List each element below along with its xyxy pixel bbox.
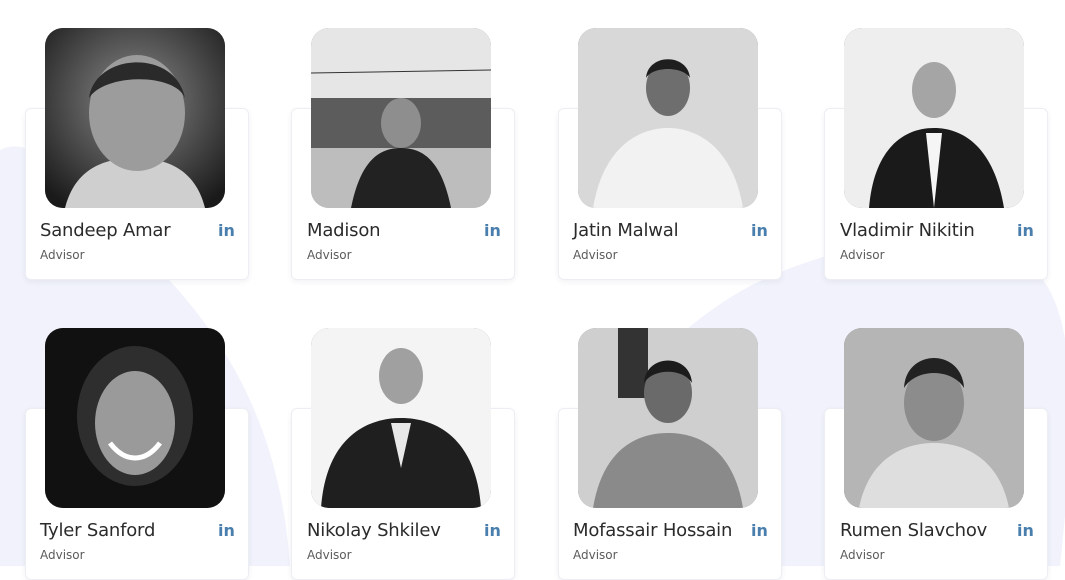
linkedin-icon[interactable]: in xyxy=(751,221,768,240)
member-role: Advisor xyxy=(40,248,85,262)
member-name: Jatin Malwal xyxy=(573,220,679,241)
team-photo xyxy=(311,328,491,508)
team-photo xyxy=(45,328,225,508)
linkedin-icon[interactable]: in xyxy=(751,521,768,540)
linkedin-icon[interactable]: in xyxy=(484,221,501,240)
linkedin-icon[interactable]: in xyxy=(1017,521,1034,540)
team-photo xyxy=(45,28,225,208)
team-photo xyxy=(578,28,758,208)
member-name: Mofassair Hossain xyxy=(573,520,733,541)
team-photo xyxy=(578,328,758,508)
member-name: Rumen Slavchov xyxy=(840,520,988,541)
linkedin-icon[interactable]: in xyxy=(218,521,235,540)
member-name: Sandeep Amar xyxy=(40,220,171,241)
team-photo xyxy=(844,328,1024,508)
member-role: Advisor xyxy=(840,248,885,262)
team-photo xyxy=(311,28,491,208)
member-role: Advisor xyxy=(840,548,885,562)
member-name: Tyler Sanford xyxy=(40,520,156,541)
linkedin-icon[interactable]: in xyxy=(1017,221,1034,240)
member-name: Vladimir Nikitin xyxy=(840,220,975,241)
member-role: Advisor xyxy=(40,548,85,562)
team-photo xyxy=(844,28,1024,208)
member-name: Madison xyxy=(307,220,381,241)
member-role: Advisor xyxy=(307,248,352,262)
member-role: Advisor xyxy=(573,248,618,262)
member-role: Advisor xyxy=(573,548,618,562)
linkedin-icon[interactable]: in xyxy=(218,221,235,240)
member-role: Advisor xyxy=(307,548,352,562)
member-name: Nikolay Shkilev xyxy=(307,520,441,541)
linkedin-icon[interactable]: in xyxy=(484,521,501,540)
